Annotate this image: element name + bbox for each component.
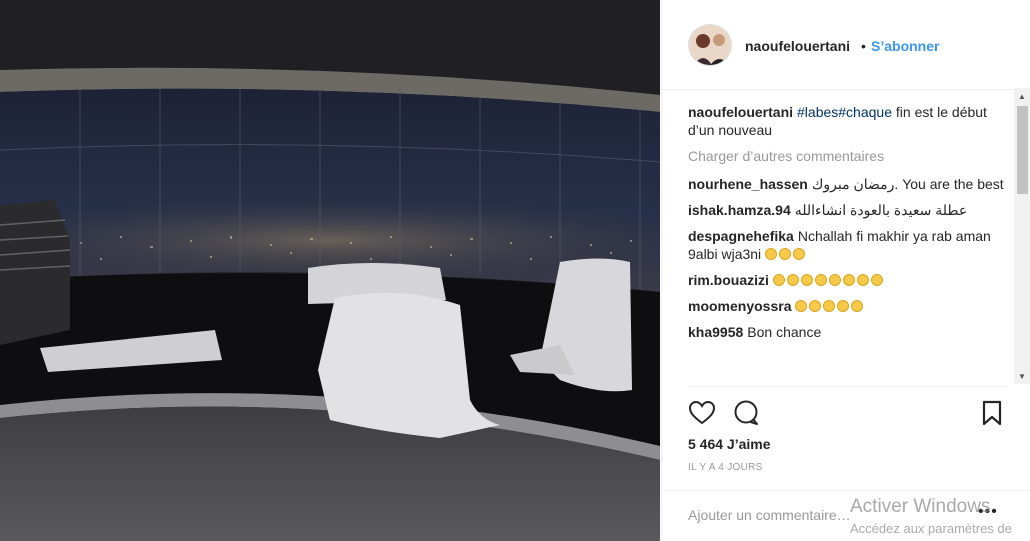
emoji-icon xyxy=(828,274,841,286)
emoji-icon xyxy=(772,274,785,286)
post-author-username[interactable]: naoufelouertani xyxy=(745,38,850,54)
emoji-icon xyxy=(809,300,822,312)
post-side-panel: naoufelouertani • S’abonner naoufelouert… xyxy=(661,0,1030,541)
comment-text: رمضان مبروك. You are the best xyxy=(811,176,1004,192)
comment-item: ishak.hamza.94 عطلة سعيدة بالعودة انشاءال… xyxy=(688,201,1008,219)
activate-windows-watermark-subtitle: Accédez aux paramètres de xyxy=(850,521,1012,536)
activate-windows-watermark-title: Activer Windows xyxy=(850,496,991,517)
caption-hashtags[interactable]: #labes#chaque xyxy=(797,104,892,120)
post-timestamp: IL Y A 4 JOURS xyxy=(688,462,763,473)
emoji-icon xyxy=(870,274,883,286)
emoji-icon xyxy=(795,300,808,312)
emoji-icon xyxy=(851,300,864,312)
comment-text: Bon chance xyxy=(747,324,822,340)
scroll-up-arrow-icon[interactable]: ▲ xyxy=(1014,90,1030,104)
emoji-icon xyxy=(837,300,850,312)
studio-photo-image xyxy=(0,0,660,541)
comment-item: moomenyossra xyxy=(688,297,1008,315)
comment-username[interactable]: moomenyossra xyxy=(688,298,791,314)
comment-username[interactable]: kha9958 xyxy=(688,324,743,340)
comment-username[interactable]: despagnehefika xyxy=(688,228,794,244)
comment-item: nourhene_hassen رمضان مبروك. You are the … xyxy=(688,175,1008,193)
heart-icon[interactable] xyxy=(688,399,716,427)
bookmark-icon[interactable] xyxy=(978,399,1006,427)
comment-username[interactable]: ishak.hamza.94 xyxy=(688,202,791,218)
emoji-icon xyxy=(793,248,806,260)
comment-text: عطلة سعيدة بالعودة انشاءالله xyxy=(794,202,968,218)
comment-bubble-icon[interactable] xyxy=(732,399,760,427)
emoji-icon xyxy=(786,274,799,286)
follow-button[interactable]: S’abonner xyxy=(871,38,939,54)
post-photo[interactable] xyxy=(0,0,660,541)
likes-count[interactable]: 5 464 J’aime xyxy=(688,436,771,452)
emoji-icon xyxy=(856,274,869,286)
separator-dot: • xyxy=(861,38,866,54)
scroll-down-arrow-icon[interactable]: ▼ xyxy=(1014,370,1030,384)
comment-username[interactable]: nourhene_hassen xyxy=(688,176,808,192)
comment-item: kha9958 Bon chance xyxy=(688,323,1008,341)
emoji-icon xyxy=(823,300,836,312)
comments-scrollbar[interactable]: ▲ ▼ xyxy=(1014,88,1030,384)
emoji-icon xyxy=(800,274,813,286)
emoji-icon xyxy=(765,248,778,260)
avatar[interactable] xyxy=(688,24,732,66)
post-caption: naoufelouertani #labes#chaque fin est le … xyxy=(688,103,1008,139)
caption-username[interactable]: naoufelouertani xyxy=(688,104,793,120)
action-bar xyxy=(688,386,1008,436)
comments-list: naoufelouertani #labes#chaque fin est le … xyxy=(688,103,1008,383)
emoji-icon xyxy=(779,248,792,260)
emoji-icon xyxy=(814,274,827,286)
comment-username[interactable]: rim.bouazizi xyxy=(688,272,769,288)
post-header: naoufelouertani • S’abonner xyxy=(662,0,1030,90)
scroll-thumb[interactable] xyxy=(1017,106,1028,194)
load-more-comments-button[interactable]: Charger d’autres commentaires xyxy=(688,147,1008,165)
emoji-icon xyxy=(842,274,855,286)
comment-item: despagnehefika Nchallah fi makhir ya rab … xyxy=(688,227,1008,263)
comment-item: rim.bouazizi xyxy=(688,271,1008,289)
